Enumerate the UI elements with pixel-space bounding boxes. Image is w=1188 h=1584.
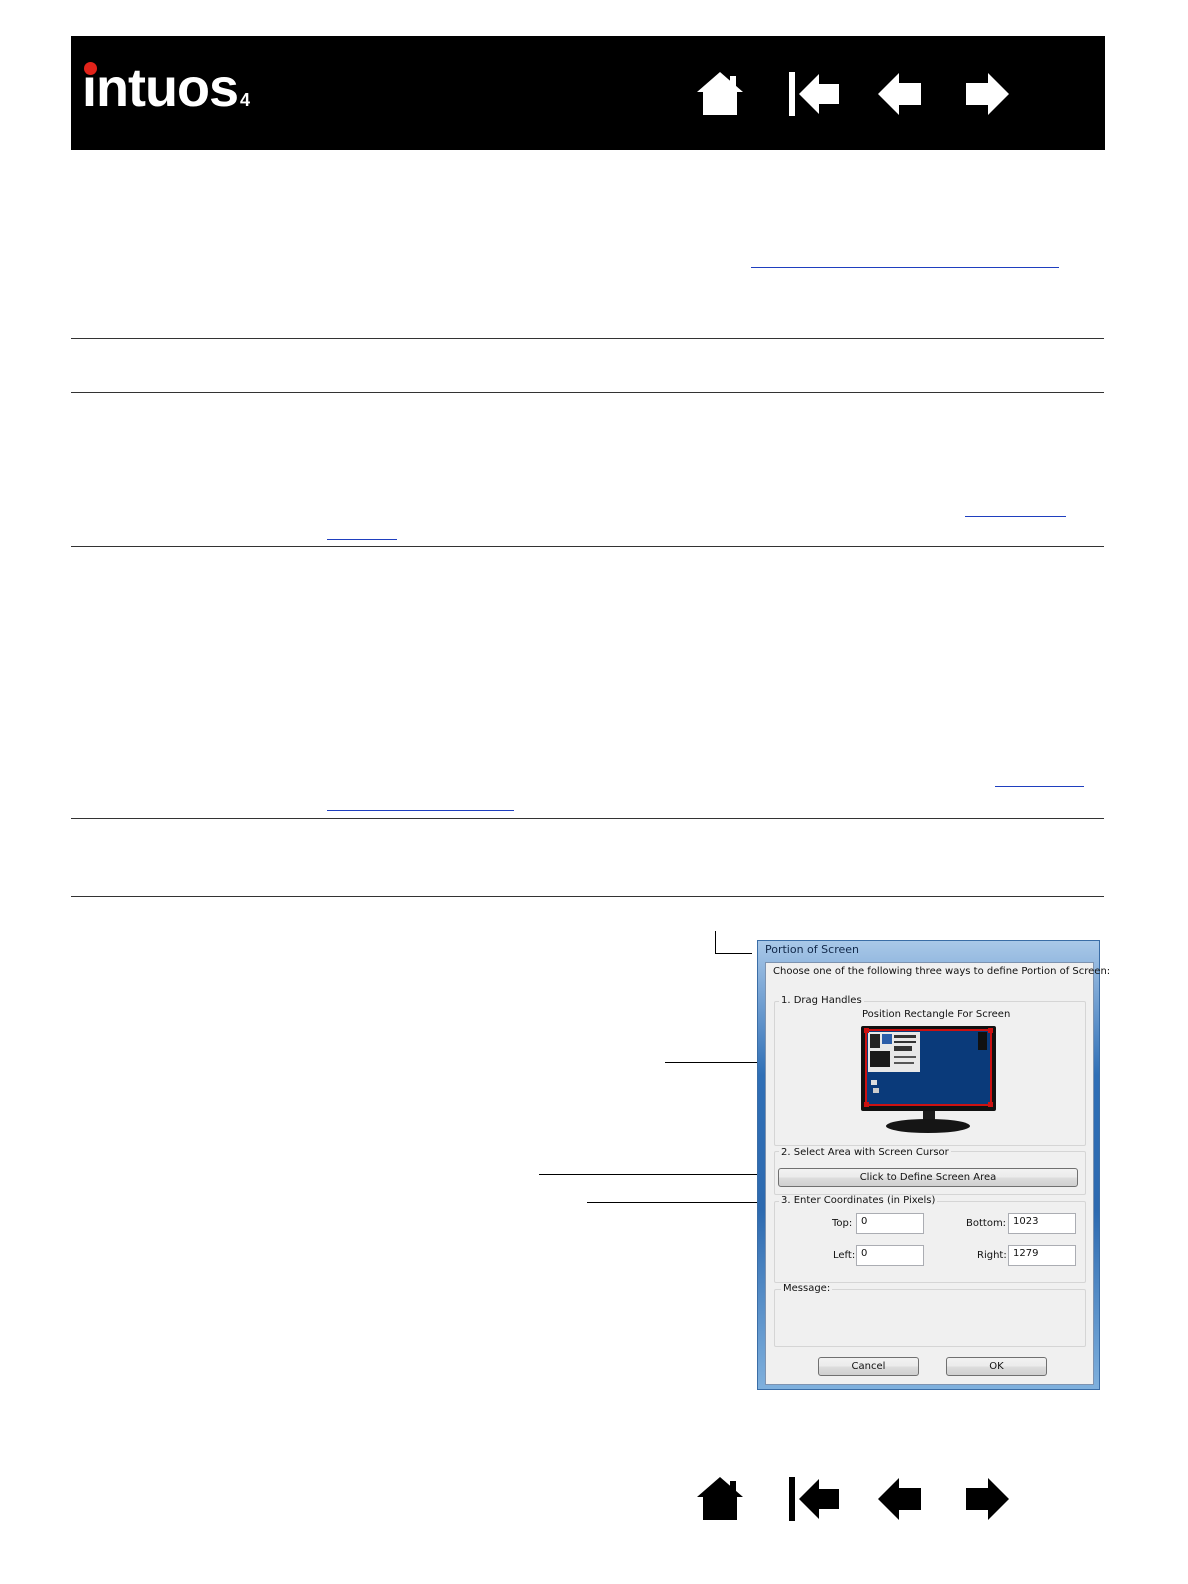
message-label: Message:	[781, 1283, 833, 1294]
callout-line	[715, 931, 716, 953]
left-field[interactable]: 0	[856, 1245, 924, 1266]
first-page-icon[interactable]	[789, 72, 841, 116]
home-icon[interactable]	[695, 70, 745, 116]
top-field[interactable]: 0	[856, 1213, 924, 1234]
logo-version: 4	[239, 90, 250, 110]
link-underline[interactable]	[327, 539, 397, 540]
right-label: Right:	[977, 1250, 1007, 1261]
bottom-label: Bottom:	[966, 1218, 1007, 1229]
ok-button[interactable]: OK	[946, 1357, 1047, 1376]
left-label: Left:	[833, 1250, 856, 1261]
section-divider	[71, 896, 1104, 897]
logo-text: intuos	[82, 58, 239, 118]
footer-next-page-icon[interactable]	[965, 1477, 1009, 1521]
dialog-instructions: Choose one of the following three ways t…	[773, 966, 1111, 977]
footer-previous-page-icon[interactable]	[878, 1477, 922, 1521]
callout-line	[715, 953, 752, 954]
top-label: Top:	[832, 1218, 853, 1229]
select-area-label: 2. Select Area with Screen Cursor	[779, 1147, 951, 1158]
section-divider	[71, 392, 1104, 393]
section-divider	[71, 338, 1104, 339]
link-underline[interactable]	[327, 810, 514, 811]
bottom-field[interactable]: 1023	[1008, 1213, 1076, 1234]
logo-dot	[84, 62, 97, 75]
next-page-icon[interactable]	[965, 72, 1009, 116]
cancel-button[interactable]: Cancel	[818, 1357, 919, 1376]
intuos-logo: intuos 4	[82, 58, 250, 130]
right-field[interactable]: 1279	[1008, 1245, 1076, 1266]
dialog-title: Portion of Screen	[765, 943, 859, 956]
dialog-body: Choose one of the following three ways t…	[765, 962, 1110, 1385]
link-underline[interactable]	[965, 516, 1066, 517]
callout-line	[539, 1174, 782, 1175]
footer-home-icon[interactable]	[695, 1475, 745, 1521]
section-divider	[71, 818, 1104, 819]
monitor-preview[interactable]	[861, 1026, 996, 1136]
portion-of-screen-dialog: Portion of Screen Choose one of the foll…	[757, 940, 1110, 1390]
callout-line	[587, 1202, 775, 1203]
coordinates-label: 3. Enter Coordinates (in Pixels)	[779, 1195, 938, 1206]
header-bar: intuos 4	[71, 36, 1105, 150]
previous-page-icon[interactable]	[878, 72, 922, 116]
drag-handles-label: 1. Drag Handles	[779, 995, 864, 1006]
link-underline[interactable]	[995, 786, 1084, 787]
define-screen-area-button[interactable]: Click to Define Screen Area	[778, 1168, 1078, 1187]
link-underline[interactable]	[751, 267, 1059, 268]
message-group	[774, 1289, 1086, 1347]
section-divider	[71, 546, 1104, 547]
preview-label: Position Rectangle For Screen	[862, 1009, 1011, 1020]
footer-first-page-icon[interactable]	[789, 1477, 841, 1521]
